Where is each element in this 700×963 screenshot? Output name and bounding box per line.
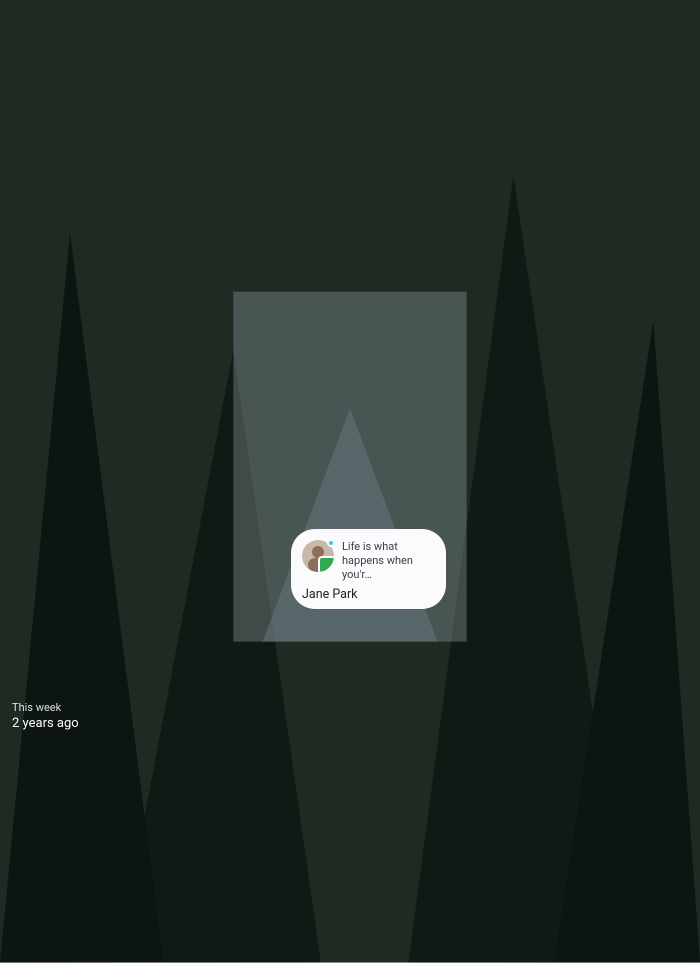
photo-memory-widget[interactable]: This week 2 years ago <box>0 0 120 165</box>
message-sender: Jane Park <box>302 587 435 602</box>
message-widget[interactable]: Life is what happens when you'r… Jane Pa… <box>291 529 446 609</box>
message-body: Life is what happens when you'r… <box>342 540 435 581</box>
unread-badge-icon <box>327 539 335 547</box>
forest-photo <box>0 0 120 165</box>
